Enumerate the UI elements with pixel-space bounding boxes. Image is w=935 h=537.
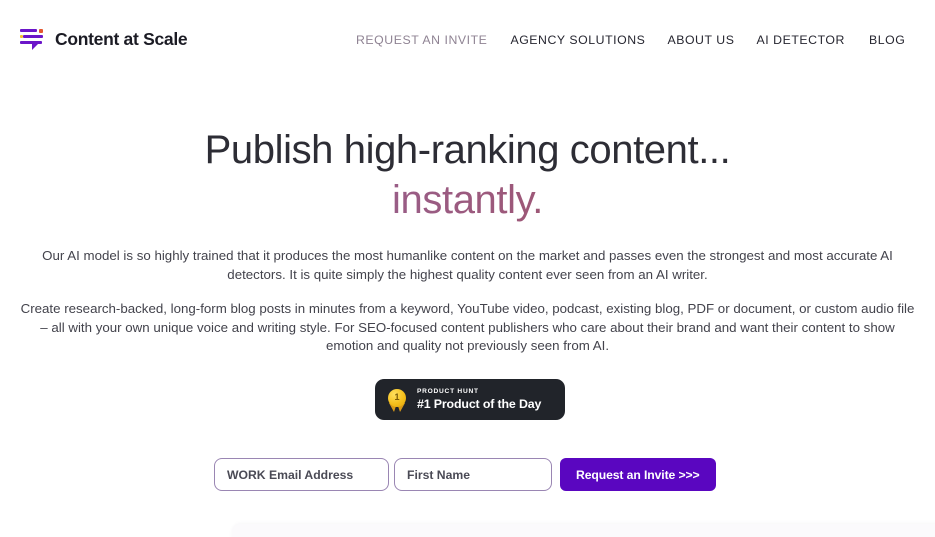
product-hunt-kicker: PRODUCT HUNT [417,388,479,395]
page-title: Publish high-ranking content... instantl… [0,125,935,225]
signup-form: Request an Invite >>> [214,458,716,491]
gold-medal-icon: 1 [386,388,408,412]
nav-link-about-us[interactable]: ABOUT US [667,30,734,50]
email-field[interactable] [214,458,389,491]
product-hunt-badge[interactable]: 1 PRODUCT HUNT #1 Product of the Day [375,379,565,420]
content-at-scale-logo-icon [20,27,46,51]
nav-link-agency-solutions[interactable]: AGENCY SOLUTIONS [510,30,645,50]
hero-paragraph-2: Create research-backed, long-form blog p… [20,301,915,353]
main-navigation: REQUEST AN INVITE AGENCY SOLUTIONS ABOUT… [356,30,905,50]
landing-page: Content at Scale REQUEST AN INVITE AGENC… [0,0,935,537]
nav-link-blog[interactable]: BLOG [869,30,905,50]
site-header: Content at Scale REQUEST AN INVITE AGENC… [0,0,935,78]
hero-section: Publish high-ranking content... instantl… [0,78,935,356]
nav-link-request-an-invite[interactable]: REQUEST AN INVITE [356,30,487,50]
hero-paragraph-1: Our AI model is so highly trained that i… [42,248,893,282]
first-name-field[interactable] [394,458,552,491]
media-preview-panel [232,524,935,537]
request-invite-button[interactable]: Request an Invite >>> [560,458,716,491]
headline-line-primary: Publish high-ranking content... [204,128,731,172]
headline-line-accent: instantly. [0,175,935,225]
brand-logo[interactable]: Content at Scale [20,27,188,51]
medal-rank-number: 1 [388,388,406,407]
product-hunt-title: #1 Product of the Day [417,397,542,411]
nav-link-ai-detector[interactable]: AI DETECTOR [756,30,845,50]
product-hunt-badge-text: PRODUCT HUNT #1 Product of the Day [417,387,541,412]
brand-name: Content at Scale [55,28,188,49]
